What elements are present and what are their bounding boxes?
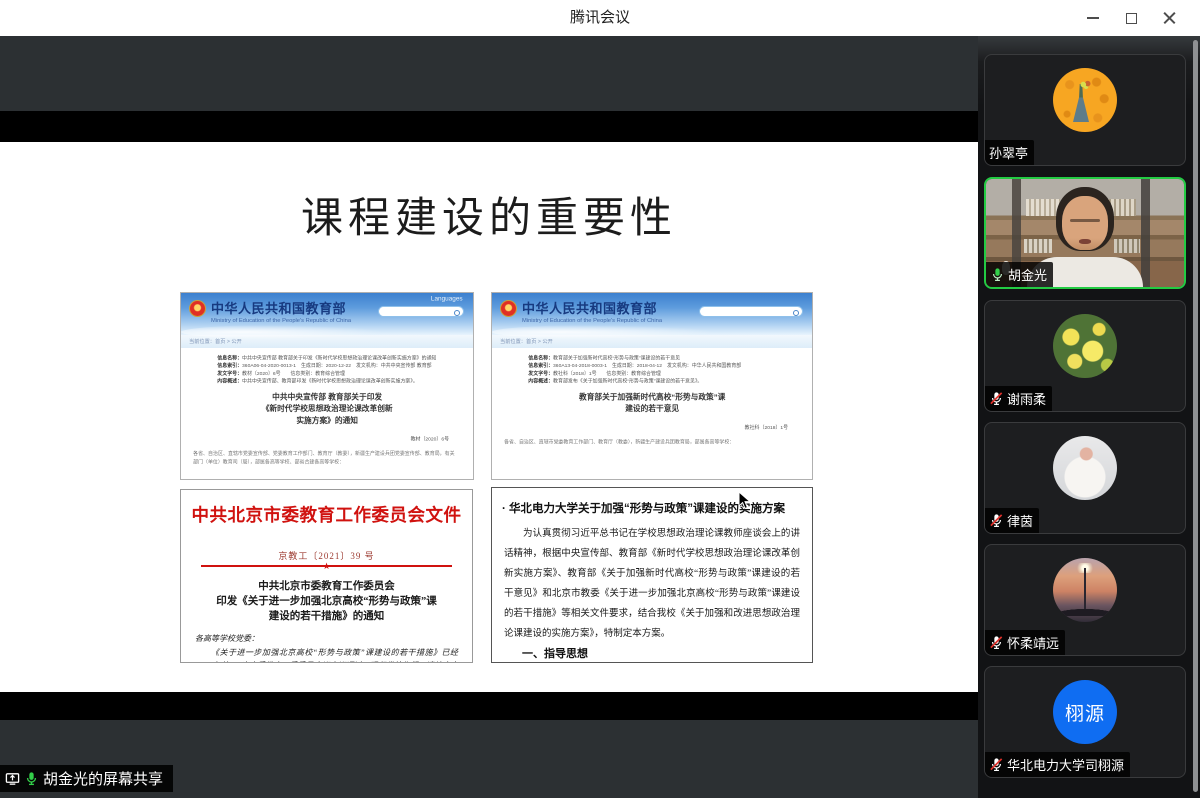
window-titlebar: 腾讯会议 bbox=[0, 0, 1200, 36]
presentation-slide: 课程建设的重要性 中华人民共和国教育部 Ministry of Educatio… bbox=[0, 142, 978, 692]
minimize-icon bbox=[1087, 17, 1099, 19]
moe-site-title: 中华人民共和国教育部 bbox=[522, 298, 717, 317]
document-metadata: 信息名称：教育部关于加强新时代高校“形势与政策”课建设的若干意见 信息索引：36… bbox=[528, 354, 812, 385]
screen-share-label: 胡金光的屏幕共享 bbox=[43, 768, 163, 789]
panel-scrollbar[interactable] bbox=[1193, 40, 1198, 792]
participant-tile-sixuyuan[interactable]: 栩源 华北电力大学司栩源 bbox=[984, 666, 1186, 778]
red-divider: ★ bbox=[201, 565, 451, 567]
document-ncepu-plan: · 华北电力大学关于加强“形势与政策”课建设的实施方案 为认真贯彻习近平总书记在… bbox=[491, 487, 813, 663]
document-title: 中共中央宣传部 教育部关于印发 《新时代学校思想政治理论课改革创新 实施方案》的… bbox=[181, 391, 473, 426]
participant-name-tag: 律茵 bbox=[985, 508, 1039, 533]
screen-share-icon bbox=[5, 771, 20, 786]
avatar-figure bbox=[1073, 84, 1089, 122]
moe-site-title: 中华人民共和国教育部 bbox=[211, 298, 406, 317]
maximize-button[interactable] bbox=[1112, 0, 1150, 36]
participant-name-tag: 怀柔靖远 bbox=[985, 630, 1065, 655]
participant-name: 孙翠亭 bbox=[989, 143, 1028, 162]
document-metadata: 信息名称：中共中央宣传部 教育部关于印发《新时代学校思想政治理论课改革创新实施方… bbox=[217, 354, 473, 385]
participant-tile-suncuiting[interactable]: 孙翠亭 bbox=[984, 54, 1186, 166]
moe-top-link: Languages bbox=[431, 295, 463, 302]
mic-on-icon bbox=[24, 771, 39, 786]
document-title: 中共北京市委教育工作委员会 印发《关于进一步加强北京高校“形势与政策”课 建设的… bbox=[181, 579, 472, 624]
moe-site-subtitle: Ministry of Education of the People's Re… bbox=[522, 317, 662, 323]
close-icon bbox=[1163, 12, 1176, 25]
avatar bbox=[1053, 314, 1117, 378]
mic-on-icon bbox=[990, 267, 1005, 282]
participant-name-tag: 谢雨柔 bbox=[985, 386, 1052, 411]
document-salutation: 各省、自治区、直辖市党委宣传部、党委教育工作部门、教育厅（教委），新疆生产建设兵… bbox=[193, 450, 454, 467]
participant-name-tag: 华北电力大学司栩源 bbox=[985, 752, 1130, 777]
moe-header: 中华人民共和国教育部 Ministry of Education of the … bbox=[492, 293, 812, 335]
document-section-heading: 一、指导思想 bbox=[522, 645, 812, 661]
participant-tile-lvyin[interactable]: 律茵 bbox=[984, 422, 1186, 534]
participant-name: 胡金光 bbox=[1008, 265, 1047, 284]
document-moe-2018: 中华人民共和国教育部 Ministry of Education of the … bbox=[491, 292, 813, 480]
document-body: 《关于进一步加强北京高校“形势与政策”课建设的若干措施》已经 2021 年第 1… bbox=[195, 646, 458, 663]
participant-name: 怀柔靖远 bbox=[1007, 633, 1059, 652]
window-title: 腾讯会议 bbox=[0, 0, 1200, 36]
moe-header: 中华人民共和国教育部 Ministry of Education of the … bbox=[181, 293, 473, 335]
close-button[interactable] bbox=[1150, 0, 1188, 36]
participant-name: 华北电力大学司栩源 bbox=[1007, 755, 1124, 774]
search-input bbox=[699, 306, 803, 317]
avatar-initials: 栩源 bbox=[1065, 699, 1105, 726]
search-input bbox=[378, 306, 464, 317]
national-emblem-icon bbox=[500, 300, 517, 317]
screen-share-banner: 胡金光的屏幕共享 bbox=[0, 765, 173, 792]
minimize-button[interactable] bbox=[1074, 0, 1112, 36]
participants-panel: 孙翠亭 胡金光 bbox=[978, 36, 1200, 798]
participant-name: 律茵 bbox=[1007, 511, 1033, 530]
participant-tile-xieyurou[interactable]: 谢雨柔 bbox=[984, 300, 1186, 412]
mic-muted-icon bbox=[989, 391, 1004, 406]
document-title: 教育部关于加强新时代高校“形势与政策”课 建设的若干意见 bbox=[492, 391, 812, 414]
document-salutation: 各高等学校党委： bbox=[195, 633, 472, 644]
document-salutation: 各省、自治区、直辖市党委教育工作部门、教育厅（教委），新疆生产建设兵团教育局，部… bbox=[504, 438, 794, 446]
slide-title: 课程建设的重要性 bbox=[0, 184, 978, 245]
letterbox-top bbox=[0, 111, 978, 142]
mic-muted-icon bbox=[989, 513, 1004, 528]
mic-muted-icon bbox=[989, 757, 1004, 772]
participant-tile-huairoujingyuan[interactable]: 怀柔靖远 bbox=[984, 544, 1186, 656]
document-title: · 华北电力大学关于加强“形势与政策”课建设的实施方案 bbox=[502, 500, 802, 516]
national-emblem-icon bbox=[189, 300, 206, 317]
participant-name-tag: 孙翠亭 bbox=[985, 140, 1034, 165]
avatar bbox=[1053, 558, 1117, 622]
document-moe-2020: 中华人民共和国教育部 Ministry of Education of the … bbox=[180, 292, 474, 480]
participant-tile-hujinguang[interactable]: 胡金光 bbox=[984, 177, 1186, 289]
star-icon: ★ bbox=[322, 561, 330, 572]
shared-screen-area: 课程建设的重要性 中华人民共和国教育部 Ministry of Educatio… bbox=[0, 36, 978, 798]
avatar bbox=[1053, 68, 1117, 132]
letterbox-bottom bbox=[0, 692, 978, 720]
avatar: 栩源 bbox=[1053, 680, 1117, 744]
document-number: 教社科〔2018〕1号 bbox=[492, 423, 788, 430]
red-document-header: 中共北京市委教育工作委员会文件 bbox=[181, 502, 472, 527]
maximize-icon bbox=[1126, 13, 1137, 24]
avatar bbox=[1053, 436, 1117, 500]
moe-site-subtitle: Ministry of Education of the People's Re… bbox=[211, 317, 351, 323]
document-body: 为认真贯彻习近平总书记在学校思想政治理论课教师座谈会上的讲话精神，根据中央宣传部… bbox=[504, 524, 800, 644]
mouse-cursor bbox=[738, 491, 751, 515]
document-number: 教材〔2020〕6号 bbox=[181, 435, 449, 442]
tencent-meeting-window: 腾讯会议 课程建设的重要性 中华人民共和国教育部 Ministry of Edu… bbox=[0, 0, 1200, 798]
avatar-flower bbox=[1080, 80, 1091, 89]
window-controls bbox=[1074, 0, 1188, 36]
document-beijing-committee: 中共北京市委教育工作委员会文件 京教工〔2021〕39 号 ★ 中共北京市委教育… bbox=[180, 489, 473, 663]
participant-name-tag: 胡金光 bbox=[986, 262, 1053, 287]
participant-name: 谢雨柔 bbox=[1007, 389, 1046, 408]
mic-muted-icon bbox=[989, 635, 1004, 650]
